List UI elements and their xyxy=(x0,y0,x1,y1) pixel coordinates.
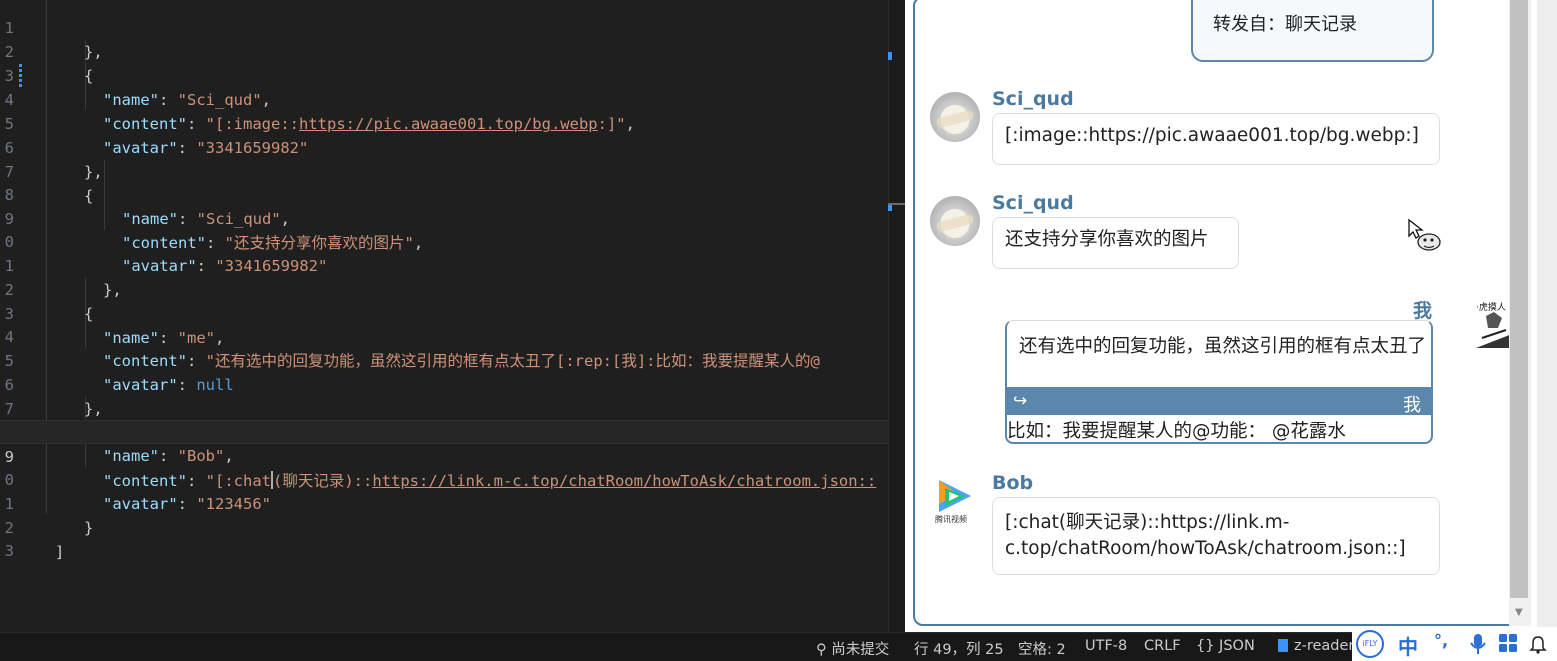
cursor-position[interactable]: 行 49，列 25 xyxy=(914,638,1004,659)
bell-icon[interactable] xyxy=(1529,635,1547,655)
code-line[interactable]: 2 ] xyxy=(0,492,905,561)
code-line-current[interactable]: 9 "content": "[:chat (聊天记录)::https://link… xyxy=(0,420,905,490)
preview-side-strip xyxy=(1537,0,1557,632)
book-icon xyxy=(1278,639,1288,652)
chat-preview-pane[interactable]: 转发自：聊天记录 Sci_qud [:image::https://pic.aw… xyxy=(905,0,1557,632)
code-line[interactable]: 9 "content": "还支持分享你喜欢的图片", xyxy=(0,183,905,252)
code-line[interactable]: 5 "avatar": null xyxy=(0,325,905,394)
avatar-bob[interactable]: 腾讯视频 xyxy=(931,474,979,526)
code-line[interactable]: 3 xyxy=(0,515,905,560)
ime-language-toggle[interactable]: 中 xyxy=(1398,631,1418,660)
avatar[interactable] xyxy=(930,92,980,142)
sender-name: Bob xyxy=(992,472,1034,494)
message-bubble[interactable]: [:chat(聊天记录)::https://link.m- c.top/chat… xyxy=(992,497,1440,575)
message-text: [:chat(聊天记录)::https://link.m- xyxy=(1005,512,1290,533)
code-line[interactable]: 3 "name": "Sci_qud", xyxy=(0,40,905,109)
code-line[interactable]: 3 "name": "me", xyxy=(0,278,905,347)
svg-text:·虎摸人: ·虎摸人 xyxy=(1476,301,1506,313)
code-line[interactable]: 1 } xyxy=(0,468,905,537)
code-line[interactable]: 8 "name": "Bob", xyxy=(0,396,905,465)
quote-header[interactable]: ↪ 我 xyxy=(1007,387,1431,416)
forward-label: 转发自：聊天记录 xyxy=(1213,14,1357,35)
code-line[interactable]: 0 "avatar": "3341659982" xyxy=(0,206,905,275)
ifly-logo-icon[interactable]: iFLY xyxy=(1356,630,1384,658)
message-bubble[interactable]: 还支持分享你喜欢的图片 xyxy=(992,217,1239,269)
code-editor[interactable]: 1 }, 2 { 3 "name": "Sci_qud", 4 "content… xyxy=(0,0,905,632)
overview-marker xyxy=(888,52,892,60)
message-text: c.top/chatRoom/howToAsk/chatroom.json::] xyxy=(1005,538,1406,559)
encoding[interactable]: UTF-8 xyxy=(1085,638,1127,654)
code-line[interactable]: 8 "name": "Sci_qud", xyxy=(0,159,905,228)
share-icon[interactable]: ↪ xyxy=(1013,391,1027,411)
git-status[interactable]: ⚲ 尚未提交 xyxy=(816,638,889,659)
forwarded-chat-bubble[interactable]: 转发自：聊天记录 xyxy=(1191,0,1434,62)
overview-marker xyxy=(888,203,905,205)
sender-name: Sci_qud xyxy=(992,192,1074,214)
language-mode[interactable]: {} JSON xyxy=(1196,638,1255,654)
sender-name-me: 我 xyxy=(1413,300,1433,322)
scrollbar-thumb[interactable] xyxy=(1510,0,1528,598)
code-line[interactable]: 1 }, xyxy=(0,0,905,61)
code-line[interactable]: 0 "avatar": "123456" xyxy=(0,444,905,513)
code-line[interactable]: 1 }, xyxy=(0,230,905,299)
code-line[interactable]: 4 "content": "[:image::https://pic.awaae… xyxy=(0,64,905,133)
message-text: 还支持分享你喜欢的图片 xyxy=(1005,229,1209,250)
editor-overview-ruler[interactable] xyxy=(888,0,905,632)
code-line[interactable]: 4 "content": "还有选中的回复功能，虽然这引用的框有点太丑了[:re… xyxy=(0,301,905,370)
cursor-sticker-icon xyxy=(1408,218,1441,251)
end-of-line[interactable]: CRLF xyxy=(1144,638,1181,654)
message-text: 还有选中的回复功能，虽然这引用的框有点太丑了 xyxy=(1019,336,1427,357)
indentation[interactable]: 空格: 2 xyxy=(1018,638,1066,659)
code-line[interactable]: 2 { xyxy=(0,16,905,85)
extension-status[interactable]: z-reader xyxy=(1278,638,1354,654)
reply-message-bubble[interactable]: 还有选中的回复功能，虽然这引用的框有点太丑了 ↪ 我 比如：我要提醒某人的@功能… xyxy=(1005,320,1433,444)
message-text: [:image::https://pic.awaae001.top/bg.web… xyxy=(1005,125,1419,146)
code-line[interactable]: 2 { xyxy=(0,254,905,323)
mic-icon[interactable] xyxy=(1470,633,1486,655)
apps-icon[interactable] xyxy=(1498,633,1518,653)
quote-text: 比如：我要提醒某人的@功能： @花露水 xyxy=(1007,421,1346,442)
code-line[interactable]: 7 { xyxy=(0,136,905,205)
sender-name: Sci_qud xyxy=(992,88,1074,110)
avatar[interactable] xyxy=(930,196,980,246)
ime-toolbar[interactable]: iFLY 中 °, xyxy=(1352,627,1557,661)
code-line[interactable]: 6 }, xyxy=(0,349,905,418)
message-bubble[interactable]: [:image::https://pic.awaae001.top/bg.web… xyxy=(992,113,1440,165)
svg-text:腾讯视频: 腾讯视频 xyxy=(935,514,967,524)
line-number: 3 xyxy=(4,542,14,560)
quote-author: 我 xyxy=(1403,395,1421,416)
status-bar: ⚲ 尚未提交 行 49，列 25 空格: 2 UTF-8 CRLF {} JSO… xyxy=(0,632,1557,661)
code-line[interactable]: 6 }, xyxy=(0,112,905,181)
ime-punctuation-toggle[interactable]: °, xyxy=(1434,631,1448,650)
scroll-down-arrow-icon[interactable]: ▼ xyxy=(1515,607,1523,618)
code-line[interactable]: 5 "avatar": "3341659982" xyxy=(0,88,905,157)
code-line[interactable]: 7 { xyxy=(0,373,905,442)
